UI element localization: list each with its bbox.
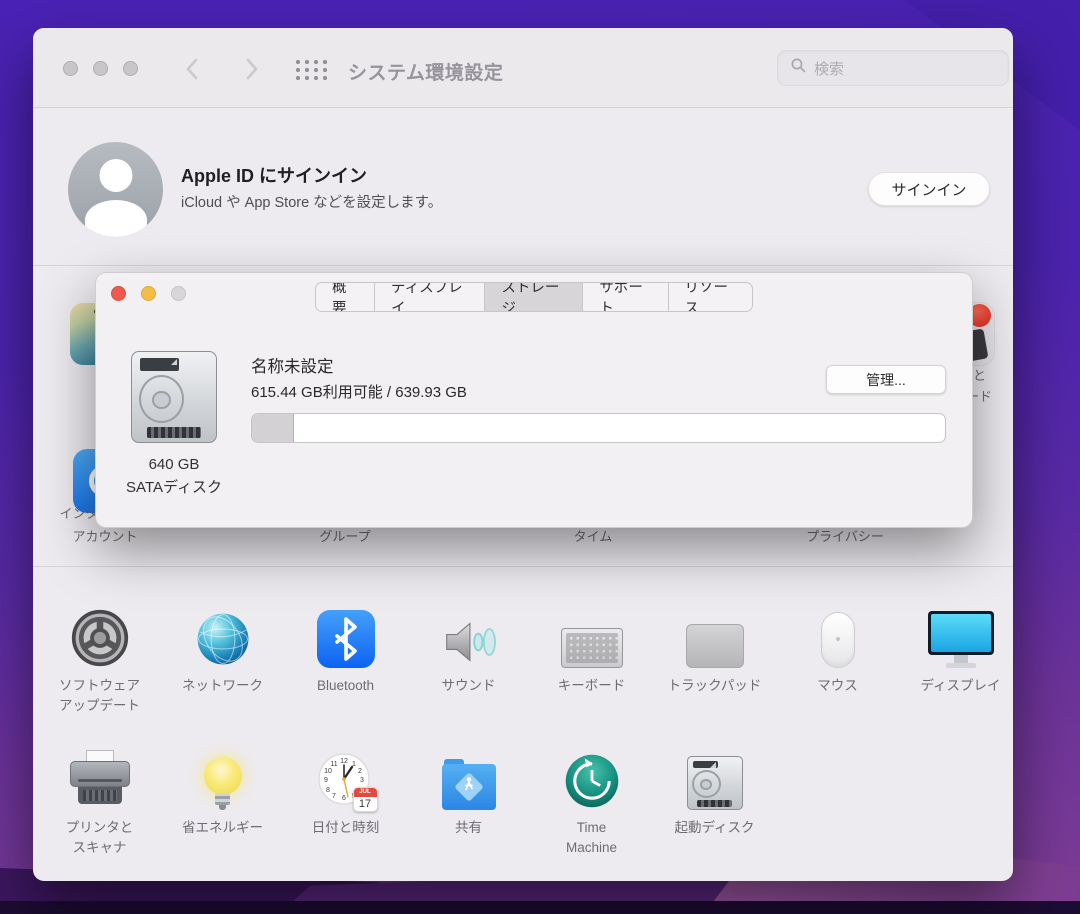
search-icon xyxy=(791,58,806,78)
trackpad-icon xyxy=(686,598,744,668)
svg-text:11: 11 xyxy=(330,761,337,768)
volume-name: 名称未設定 xyxy=(251,353,334,377)
minimize-button[interactable] xyxy=(93,61,108,76)
pref-item-startup-disk[interactable]: 起動ディスク xyxy=(653,738,776,859)
clock-calendar-icon: 12369 1245 781011 JUL 17 xyxy=(317,738,375,810)
hard-disk-icon xyxy=(687,738,743,810)
manage-button[interactable]: 管理... xyxy=(826,365,946,394)
disk-caption: 640 GB SATAディスク xyxy=(104,453,244,500)
dialog-zoom-button xyxy=(171,286,186,301)
volume-usage: 615.44 GB利用可能 / 639.93 GB xyxy=(251,381,467,402)
close-button[interactable] xyxy=(63,61,78,76)
pref-item-mouse[interactable]: マウス xyxy=(776,598,899,717)
pref-item-sharing[interactable]: 共有 xyxy=(407,738,530,859)
screen-time-label-fragment: タイム xyxy=(523,526,663,545)
tab-support[interactable]: サポート xyxy=(583,283,668,311)
globe-icon xyxy=(194,598,252,668)
search-field[interactable]: 検索 xyxy=(777,50,1009,86)
svg-text:8: 8 xyxy=(326,787,330,794)
pref-item-displays[interactable]: ディスプレイ xyxy=(899,598,1013,717)
svg-text:9: 9 xyxy=(324,777,328,784)
divider xyxy=(33,566,1013,567)
capacity-bar xyxy=(251,413,946,443)
tab-resources[interactable]: リソース xyxy=(669,283,753,311)
show-all-grid-icon[interactable] xyxy=(293,58,329,82)
shared-folder-icon xyxy=(442,738,496,810)
dialog-minimize-button[interactable] xyxy=(141,286,156,301)
bluetooth-icon xyxy=(317,598,375,668)
apple-id-title: Apple ID にサインイン xyxy=(181,162,367,188)
divider xyxy=(33,265,1013,266)
zoom-button[interactable] xyxy=(123,61,138,76)
svg-text:7: 7 xyxy=(332,793,336,800)
tab-storage[interactable]: ストレージ xyxy=(485,283,583,311)
wallpaper-facet xyxy=(0,901,1080,914)
about-this-mac-storage-dialog: 概要 ディスプレイ ストレージ サポート リソース 640 GB SATAディス… xyxy=(95,272,973,528)
pref-item-bluetooth[interactable]: Bluetooth xyxy=(284,598,407,717)
pref-item-printers-scanners[interactable]: プリンタと スキャナ xyxy=(38,738,161,859)
display-icon xyxy=(928,598,994,668)
capacity-bar-used-segment xyxy=(252,414,294,442)
forward-chevron-icon[interactable] xyxy=(239,56,263,82)
svg-text:3: 3 xyxy=(360,777,364,784)
dialog-close-button[interactable] xyxy=(111,286,126,301)
pref-grid-row: プリンタと スキャナ 省エネルギー 12369 1245 781011 xyxy=(38,738,1013,859)
svg-text:2: 2 xyxy=(358,768,362,775)
pref-item-trackpad[interactable]: トラックパッド xyxy=(653,598,776,717)
printer-icon xyxy=(70,738,130,810)
notifications-label-fragment: と xyxy=(973,365,986,384)
hard-disk-icon xyxy=(131,351,217,443)
time-machine-icon xyxy=(563,738,621,810)
svg-text:10: 10 xyxy=(324,768,332,775)
back-chevron-icon[interactable] xyxy=(181,56,205,82)
security-privacy-label-fragment: プライバシー xyxy=(775,526,915,545)
mini-calendar: JUL 17 xyxy=(353,787,378,812)
dialog-tab-bar: 概要 ディスプレイ ストレージ サポート リソース xyxy=(315,282,753,312)
pref-item-date-time[interactable]: 12369 1245 781011 JUL 17 日付と xyxy=(284,738,407,859)
tab-displays[interactable]: ディスプレイ xyxy=(375,283,485,311)
pref-item-energy-saver[interactable]: 省エネルギー xyxy=(161,738,284,859)
svg-text:12: 12 xyxy=(340,758,348,765)
users-groups-label-fragment: グループ xyxy=(275,526,415,545)
svg-text:6: 6 xyxy=(342,795,346,802)
keyboard-icon xyxy=(561,598,623,668)
tab-overview[interactable]: 概要 xyxy=(316,283,375,311)
lightbulb-icon xyxy=(204,738,242,810)
pref-item-software-update[interactable]: ソフトウェア アップデート xyxy=(38,598,161,717)
apple-id-subtitle: iCloud や App Store などを設定します。 xyxy=(181,191,442,212)
search-placeholder: 検索 xyxy=(814,58,844,79)
window-title: システム環境設定 xyxy=(348,58,503,85)
avatar xyxy=(68,142,163,237)
pref-item-network[interactable]: ネットワーク xyxy=(161,598,284,717)
mouse-icon xyxy=(821,598,855,668)
toolbar: システム環境設定 検索 xyxy=(33,28,1013,108)
pref-grid-row: ソフトウェア アップデート ネットワー xyxy=(38,598,1013,717)
speaker-icon xyxy=(439,598,499,668)
pref-item-sound[interactable]: サウンド xyxy=(407,598,530,717)
pref-item-keyboard[interactable]: キーボード xyxy=(530,598,653,717)
gear-icon xyxy=(70,598,130,668)
signin-button[interactable]: サインイン xyxy=(868,172,990,206)
pref-item-time-machine[interactable]: Time Machine xyxy=(530,738,653,859)
